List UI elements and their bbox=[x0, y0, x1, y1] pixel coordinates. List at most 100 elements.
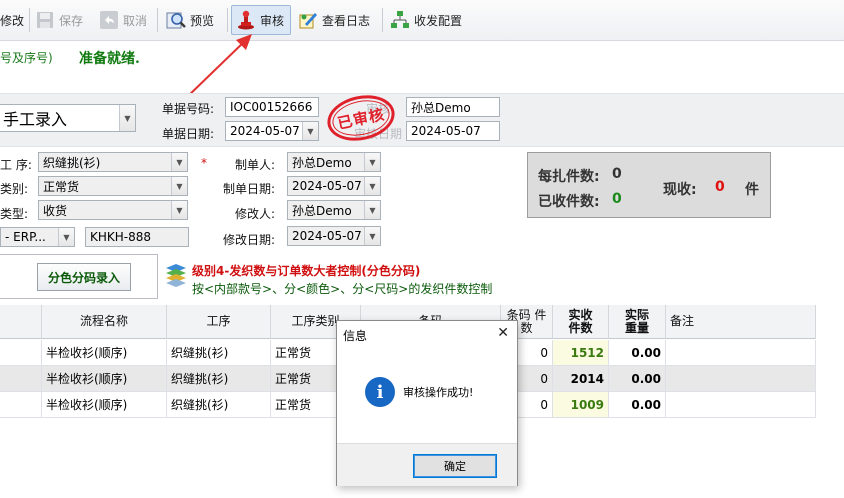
row-indicator[interactable] bbox=[0, 340, 42, 366]
table-row-weight[interactable]: 0.00 bbox=[609, 392, 666, 418]
dialog-message: 审核操作成功! bbox=[403, 386, 474, 399]
auditor-value: 孙总Demo bbox=[411, 100, 471, 115]
grid-header-received-qty[interactable]: 实收 件数 bbox=[553, 305, 609, 339]
chevron-down-icon[interactable]: ▼ bbox=[364, 153, 380, 171]
process-value: 织缝挑(衫) bbox=[43, 155, 101, 170]
current-label: 现收: bbox=[663, 182, 697, 198]
audit-label: 审核 bbox=[260, 13, 285, 28]
modifier-label: 修改人: bbox=[235, 207, 276, 221]
table-row-flow[interactable]: 半检收衫(顺序) bbox=[42, 340, 167, 366]
doc-no-label: 单据号码: bbox=[162, 102, 215, 116]
doc-no-field[interactable]: IOC00152666 bbox=[225, 97, 319, 117]
table-row-process[interactable]: 织缝挑(衫) bbox=[167, 366, 271, 392]
view-log-button[interactable]: 查看日志 bbox=[298, 5, 370, 35]
entry-mode-value: 手工录入 bbox=[3, 110, 68, 129]
grid-header-indicator bbox=[0, 305, 42, 339]
dispatch-config-label: 收发配置 bbox=[414, 13, 463, 28]
per-bundle-value: 0 bbox=[612, 166, 622, 182]
quantity-stats-panel: 每扎件数: 0 已收件数: 0 现收: 0 件 bbox=[527, 152, 771, 218]
process-select[interactable]: 织缝挑(衫) ▼ bbox=[38, 152, 188, 172]
received-value: 0 bbox=[612, 191, 622, 207]
save-button[interactable]: 保存 bbox=[35, 5, 83, 35]
entry-mode-select[interactable]: 手工录入 ▼ bbox=[0, 104, 136, 132]
table-row-received[interactable]: 1512 bbox=[553, 340, 609, 366]
dialog-body: i 审核操作成功! bbox=[337, 347, 517, 443]
chevron-down-icon[interactable]: ▼ bbox=[364, 227, 380, 245]
table-row-note[interactable] bbox=[666, 366, 816, 392]
table-row-process[interactable]: 织缝挑(衫) bbox=[167, 392, 271, 418]
view-log-label: 查看日志 bbox=[322, 13, 371, 28]
chevron-down-icon[interactable]: ▼ bbox=[171, 201, 187, 219]
undo-icon bbox=[99, 10, 119, 30]
type-select[interactable]: 收货 ▼ bbox=[38, 200, 188, 220]
modify-button[interactable]: 修改 bbox=[0, 5, 24, 35]
category-label: 类别: bbox=[0, 182, 29, 196]
creator-value: 孙总Demo bbox=[292, 155, 352, 170]
chevron-down-icon[interactable]: ▼ bbox=[171, 153, 187, 171]
preview-label: 预览 bbox=[190, 13, 215, 28]
received-label: 已收件数: bbox=[538, 194, 600, 210]
table-row-note[interactable] bbox=[666, 340, 816, 366]
hint-text: 号及序号) bbox=[0, 51, 53, 65]
per-bundle-label: 每扎件数: bbox=[538, 169, 600, 185]
modify-date-picker[interactable]: 2024-05-07 ▼ bbox=[287, 226, 381, 246]
save-label: 保存 bbox=[59, 13, 84, 28]
grid-header-flow[interactable]: 流程名称 bbox=[42, 305, 167, 339]
create-date-picker[interactable]: 2024-05-07 ▼ bbox=[287, 176, 381, 196]
type-label: 类型: bbox=[0, 207, 29, 221]
process-label: 工 序: bbox=[0, 158, 32, 172]
chevron-down-icon[interactable]: ▼ bbox=[119, 105, 135, 131]
doc-date-value: 2024-05-07 bbox=[230, 124, 300, 138]
create-date-label: 制单日期: bbox=[223, 182, 276, 196]
chevron-down-icon[interactable]: ▼ bbox=[364, 201, 380, 219]
required-mark: * bbox=[201, 156, 207, 170]
toolbar-separator bbox=[29, 8, 30, 32]
table-row-note[interactable] bbox=[666, 392, 816, 418]
table-row-weight[interactable]: 0.00 bbox=[609, 340, 666, 366]
close-icon[interactable]: ✕ bbox=[497, 325, 509, 341]
stamp-text: 已审核 bbox=[335, 104, 387, 133]
unit-label: 件 bbox=[745, 182, 759, 198]
info-icon: i bbox=[365, 377, 395, 407]
category-select[interactable]: 正常货 ▼ bbox=[38, 176, 188, 196]
creator-label: 制单人: bbox=[235, 158, 276, 172]
save-icon bbox=[35, 10, 55, 30]
audit-date-value: 2024-05-07 bbox=[411, 124, 481, 138]
toolbar-separator bbox=[382, 8, 383, 32]
dialog-footer: 确定 bbox=[337, 443, 517, 486]
modify-date-label: 修改日期: bbox=[223, 233, 276, 247]
table-row-received[interactable]: 1009 bbox=[553, 392, 609, 418]
color-size-entry-button[interactable]: 分色分码录入 bbox=[37, 263, 131, 291]
ok-button[interactable]: 确定 bbox=[413, 454, 497, 478]
creator-select[interactable]: 孙总Demo ▼ bbox=[287, 152, 381, 172]
color-size-entry-label: 分色分码录入 bbox=[47, 270, 120, 285]
grid-header-note[interactable]: 备注 bbox=[666, 305, 816, 339]
chevron-down-icon[interactable]: ▼ bbox=[364, 177, 380, 195]
current-value: 0 bbox=[715, 179, 725, 195]
code-field[interactable]: KHKH-888 bbox=[85, 227, 189, 247]
erp-select[interactable]: - ERP... ▼ bbox=[0, 227, 75, 247]
dialog-title: 信息 bbox=[343, 329, 368, 343]
type-value: 收货 bbox=[43, 203, 68, 218]
table-row-flow[interactable]: 半检收衫(顺序) bbox=[42, 392, 167, 418]
doc-date-picker[interactable]: 2024-05-07 ▼ bbox=[225, 121, 319, 141]
chevron-down-icon[interactable]: ▼ bbox=[171, 177, 187, 195]
table-row-flow[interactable]: 半检收衫(顺序) bbox=[42, 366, 167, 392]
chevron-down-icon[interactable]: ▼ bbox=[302, 122, 318, 140]
row-indicator[interactable] bbox=[0, 392, 42, 418]
log-pencil-icon bbox=[298, 10, 318, 30]
chevron-down-icon[interactable]: ▼ bbox=[58, 228, 74, 246]
modifier-select[interactable]: 孙总Demo ▼ bbox=[287, 200, 381, 220]
grid-header-process[interactable]: 工序 bbox=[167, 305, 271, 339]
cancel-button[interactable]: 取消 bbox=[99, 5, 147, 35]
dialog-titlebar: 信息 ✕ bbox=[337, 321, 517, 347]
table-row-weight[interactable]: 0.00 bbox=[609, 366, 666, 392]
network-icon bbox=[390, 10, 410, 30]
table-row-received[interactable]: 2014 bbox=[553, 366, 609, 392]
toolbar: 修改 保存 取消 预览 审核 查看日志 收发配置 bbox=[0, 0, 844, 41]
grid-header-weight[interactable]: 实际 重量 bbox=[609, 305, 666, 339]
category-value: 正常货 bbox=[43, 179, 80, 194]
table-row-process[interactable]: 织缝挑(衫) bbox=[167, 340, 271, 366]
dispatch-config-button[interactable]: 收发配置 bbox=[390, 5, 462, 35]
row-indicator[interactable] bbox=[0, 366, 42, 392]
